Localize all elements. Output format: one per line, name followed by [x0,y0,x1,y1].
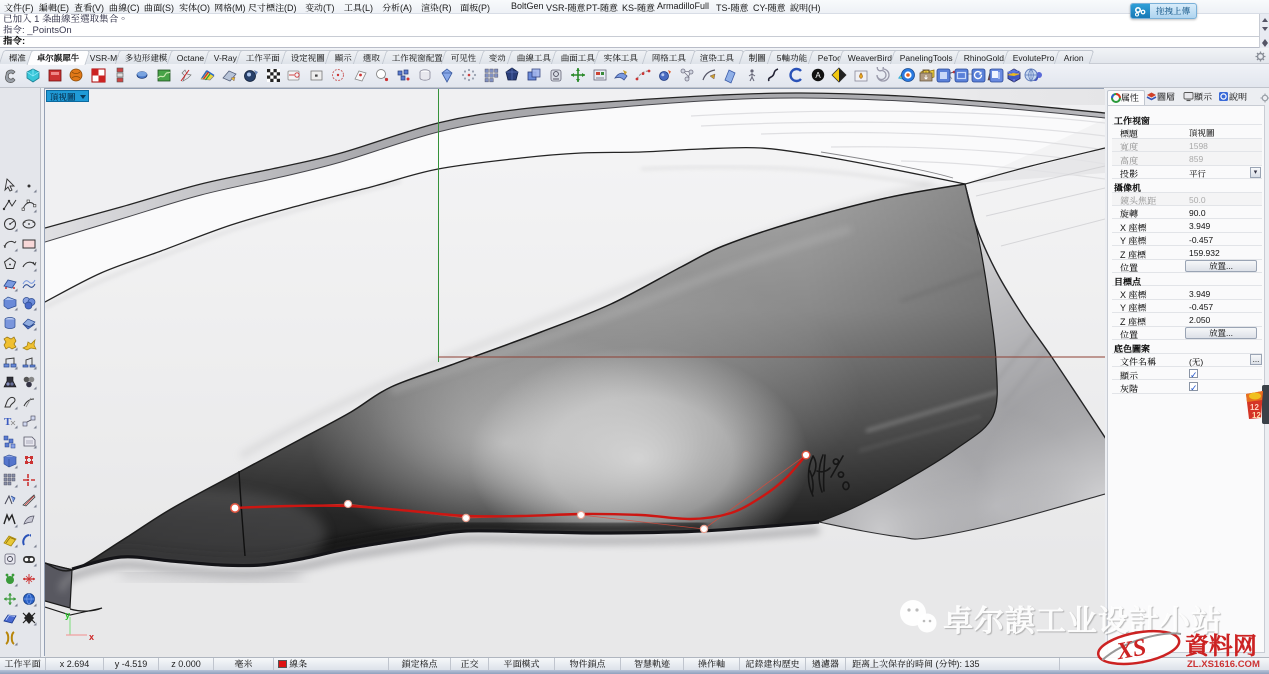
svg-text:12: 12 [1252,411,1261,420]
svg-text:資料网: 資料网 [1185,633,1257,660]
svg-text:XS: XS [1114,634,1148,665]
svg-text:T: T [4,416,12,428]
svg-text:y: y [65,610,70,620]
svg-text:ZL.XS1616.COM: ZL.XS1616.COM [1187,659,1260,670]
svg-text:A: A [815,71,821,80]
svg-text:x: x [89,632,94,642]
